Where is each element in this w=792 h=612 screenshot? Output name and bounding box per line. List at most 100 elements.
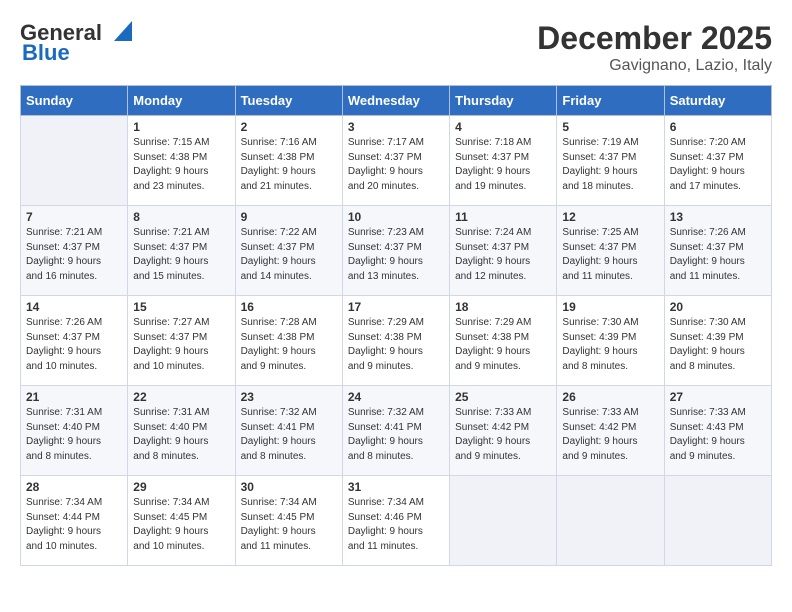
calendar-cell: 26 Sunrise: 7:33 AM Sunset: 4:42 PM Dayli… — [557, 386, 664, 476]
day-info: Sunrise: 7:33 AM Sunset: 4:43 PM Dayligh… — [670, 406, 766, 464]
day-number: 16 — [241, 300, 337, 314]
day-info: Sunrise: 7:21 AM Sunset: 4:37 PM Dayligh… — [133, 226, 229, 284]
week-row-2: 7 Sunrise: 7:21 AM Sunset: 4:37 PM Daylig… — [21, 206, 772, 296]
calendar-cell: 16 Sunrise: 7:28 AM Sunset: 4:38 PM Dayli… — [235, 296, 342, 386]
day-number: 7 — [26, 210, 122, 224]
day-info: Sunrise: 7:20 AM Sunset: 4:37 PM Dayligh… — [670, 136, 766, 194]
day-info: Sunrise: 7:26 AM Sunset: 4:37 PM Dayligh… — [26, 316, 122, 374]
day-info: Sunrise: 7:32 AM Sunset: 4:41 PM Dayligh… — [348, 406, 444, 464]
page-subtitle: Gavignano, Lazio, Italy — [537, 57, 772, 75]
day-info: Sunrise: 7:15 AM Sunset: 4:38 PM Dayligh… — [133, 136, 229, 194]
day-number: 19 — [562, 300, 658, 314]
calendar-cell: 3 Sunrise: 7:17 AM Sunset: 4:37 PM Daylig… — [342, 116, 449, 206]
calendar-cell — [450, 476, 557, 566]
day-number: 8 — [133, 210, 229, 224]
calendar-cell: 14 Sunrise: 7:26 AM Sunset: 4:37 PM Dayli… — [21, 296, 128, 386]
page-header: General Blue December 2025 Gavignano, La… — [20, 20, 772, 75]
day-number: 14 — [26, 300, 122, 314]
day-number: 23 — [241, 390, 337, 404]
week-row-1: 1 Sunrise: 7:15 AM Sunset: 4:38 PM Daylig… — [21, 116, 772, 206]
day-header-tuesday: Tuesday — [235, 86, 342, 116]
day-info: Sunrise: 7:16 AM Sunset: 4:38 PM Dayligh… — [241, 136, 337, 194]
calendar-cell: 12Sunrise: 7:25 AM Sunset: 4:37 PM Dayli… — [557, 206, 664, 296]
day-number: 29 — [133, 480, 229, 494]
day-number: 31 — [348, 480, 444, 494]
week-row-5: 28Sunrise: 7:34 AM Sunset: 4:44 PM Dayli… — [21, 476, 772, 566]
calendar-cell — [664, 476, 771, 566]
calendar-cell: 25 Sunrise: 7:33 AM Sunset: 4:42 PM Dayli… — [450, 386, 557, 476]
day-number: 18 — [455, 300, 551, 314]
calendar-cell: 24 Sunrise: 7:32 AM Sunset: 4:41 PM Dayli… — [342, 386, 449, 476]
day-header-wednesday: Wednesday — [342, 86, 449, 116]
day-info: Sunrise: 7:29 AM Sunset: 4:38 PM Dayligh… — [348, 316, 444, 374]
calendar-cell: 17Sunrise: 7:29 AM Sunset: 4:38 PM Dayli… — [342, 296, 449, 386]
calendar-cell: 4 Sunrise: 7:18 AM Sunset: 4:37 PM Daylig… — [450, 116, 557, 206]
day-number: 20 — [670, 300, 766, 314]
calendar-table: SundayMondayTuesdayWednesdayThursdayFrid… — [20, 85, 772, 566]
day-number: 3 — [348, 120, 444, 134]
calendar-cell: 28Sunrise: 7:34 AM Sunset: 4:44 PM Dayli… — [21, 476, 128, 566]
logo-icon — [104, 17, 132, 45]
day-info: Sunrise: 7:25 AM Sunset: 4:37 PM Dayligh… — [562, 226, 658, 284]
day-number: 24 — [348, 390, 444, 404]
calendar-cell: 23 Sunrise: 7:32 AM Sunset: 4:41 PM Dayli… — [235, 386, 342, 476]
calendar-cell: 22 Sunrise: 7:31 AM Sunset: 4:40 PM Dayli… — [128, 386, 235, 476]
day-info: Sunrise: 7:28 AM Sunset: 4:38 PM Dayligh… — [241, 316, 337, 374]
calendar-cell: 9 Sunrise: 7:22 AM Sunset: 4:37 PM Daylig… — [235, 206, 342, 296]
day-header-thursday: Thursday — [450, 86, 557, 116]
day-info: Sunrise: 7:34 AM Sunset: 4:45 PM Dayligh… — [133, 496, 229, 554]
calendar-cell: 15Sunrise: 7:27 AM Sunset: 4:37 PM Dayli… — [128, 296, 235, 386]
title-block: December 2025 Gavignano, Lazio, Italy — [537, 20, 772, 75]
day-number: 6 — [670, 120, 766, 134]
day-info: Sunrise: 7:18 AM Sunset: 4:37 PM Dayligh… — [455, 136, 551, 194]
day-info: Sunrise: 7:30 AM Sunset: 4:39 PM Dayligh… — [670, 316, 766, 374]
day-number: 27 — [670, 390, 766, 404]
day-number: 4 — [455, 120, 551, 134]
calendar-cell: 18Sunrise: 7:29 AM Sunset: 4:38 PM Dayli… — [450, 296, 557, 386]
calendar-cell: 27 Sunrise: 7:33 AM Sunset: 4:43 PM Dayli… — [664, 386, 771, 476]
calendar-cell: 19Sunrise: 7:30 AM Sunset: 4:39 PM Dayli… — [557, 296, 664, 386]
logo-text-blue: Blue — [20, 40, 70, 66]
day-info: Sunrise: 7:31 AM Sunset: 4:40 PM Dayligh… — [26, 406, 122, 464]
day-number: 11 — [455, 210, 551, 224]
day-info: Sunrise: 7:33 AM Sunset: 4:42 PM Dayligh… — [455, 406, 551, 464]
day-info: Sunrise: 7:24 AM Sunset: 4:37 PM Dayligh… — [455, 226, 551, 284]
day-header-saturday: Saturday — [664, 86, 771, 116]
day-number: 1 — [133, 120, 229, 134]
day-info: Sunrise: 7:33 AM Sunset: 4:42 PM Dayligh… — [562, 406, 658, 464]
day-info: Sunrise: 7:32 AM Sunset: 4:41 PM Dayligh… — [241, 406, 337, 464]
page-title: December 2025 — [537, 20, 772, 57]
calendar-cell: 21 Sunrise: 7:31 AM Sunset: 4:40 PM Dayli… — [21, 386, 128, 476]
day-header-monday: Monday — [128, 86, 235, 116]
day-number: 25 — [455, 390, 551, 404]
calendar-cell: 30Sunrise: 7:34 AM Sunset: 4:45 PM Dayli… — [235, 476, 342, 566]
day-info: Sunrise: 7:22 AM Sunset: 4:37 PM Dayligh… — [241, 226, 337, 284]
day-info: Sunrise: 7:21 AM Sunset: 4:37 PM Dayligh… — [26, 226, 122, 284]
calendar-cell: 11 Sunrise: 7:24 AM Sunset: 4:37 PM Dayli… — [450, 206, 557, 296]
calendar-cell: 1 Sunrise: 7:15 AM Sunset: 4:38 PM Daylig… — [128, 116, 235, 206]
day-info: Sunrise: 7:23 AM Sunset: 4:37 PM Dayligh… — [348, 226, 444, 284]
calendar-cell: 6 Sunrise: 7:20 AM Sunset: 4:37 PM Daylig… — [664, 116, 771, 206]
calendar-cell: 8 Sunrise: 7:21 AM Sunset: 4:37 PM Daylig… — [128, 206, 235, 296]
day-info: Sunrise: 7:19 AM Sunset: 4:37 PM Dayligh… — [562, 136, 658, 194]
calendar-cell: 20 Sunrise: 7:30 AM Sunset: 4:39 PM Dayli… — [664, 296, 771, 386]
day-info: Sunrise: 7:26 AM Sunset: 4:37 PM Dayligh… — [670, 226, 766, 284]
day-number: 30 — [241, 480, 337, 494]
day-info: Sunrise: 7:17 AM Sunset: 4:37 PM Dayligh… — [348, 136, 444, 194]
calendar-cell — [557, 476, 664, 566]
day-number: 21 — [26, 390, 122, 404]
calendar-cell: 2Sunrise: 7:16 AM Sunset: 4:38 PM Daylig… — [235, 116, 342, 206]
day-number: 5 — [562, 120, 658, 134]
week-row-3: 14 Sunrise: 7:26 AM Sunset: 4:37 PM Dayli… — [21, 296, 772, 386]
day-info: Sunrise: 7:31 AM Sunset: 4:40 PM Dayligh… — [133, 406, 229, 464]
calendar-cell: 29 Sunrise: 7:34 AM Sunset: 4:45 PM Dayli… — [128, 476, 235, 566]
day-number: 26 — [562, 390, 658, 404]
day-number: 9 — [241, 210, 337, 224]
calendar-cell: 7 Sunrise: 7:21 AM Sunset: 4:37 PM Daylig… — [21, 206, 128, 296]
day-number: 10 — [348, 210, 444, 224]
day-number: 22 — [133, 390, 229, 404]
day-info: Sunrise: 7:34 AM Sunset: 4:44 PM Dayligh… — [26, 496, 122, 554]
logo: General Blue — [20, 20, 132, 66]
day-info: Sunrise: 7:27 AM Sunset: 4:37 PM Dayligh… — [133, 316, 229, 374]
day-info: Sunrise: 7:34 AM Sunset: 4:46 PM Dayligh… — [348, 496, 444, 554]
